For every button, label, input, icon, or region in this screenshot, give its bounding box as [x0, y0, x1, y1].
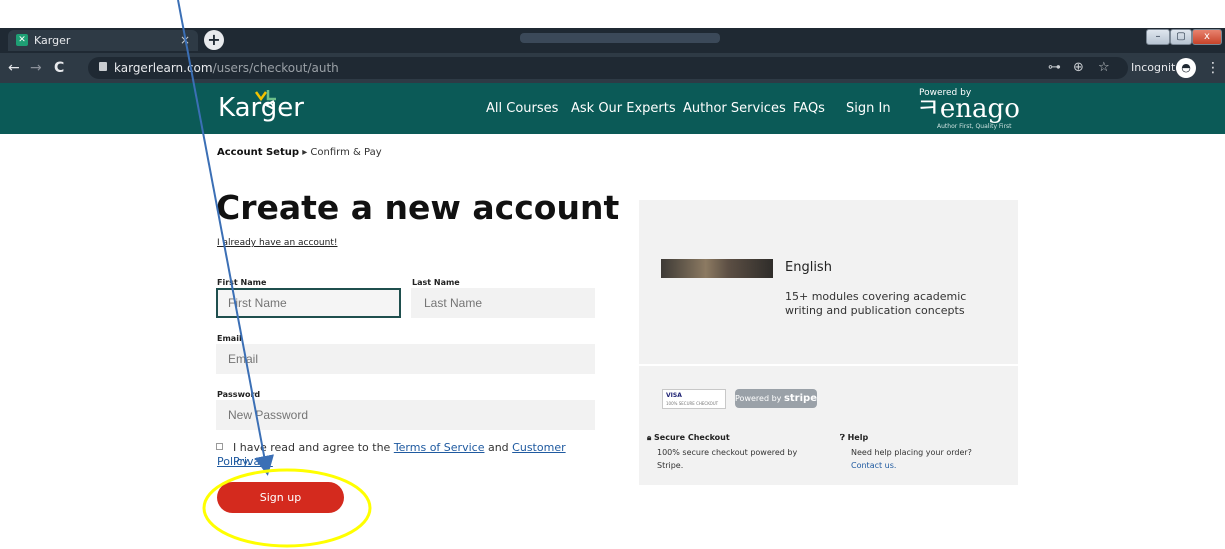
terms-of-service-link[interactable]: Terms of Service — [394, 441, 485, 454]
stripe-brand: stripe — [783, 393, 817, 404]
forward-arrow-icon[interactable]: → — [30, 59, 42, 77]
existing-account-link[interactable]: I already have an account! — [217, 237, 337, 249]
powered-by-stripe-badge: Powered by stripe — [735, 389, 817, 408]
nav-faqs[interactable]: FAQs — [793, 100, 825, 118]
karger-logo-mark-icon — [254, 90, 276, 110]
enago-tagline: Author First, Quality First — [937, 123, 1012, 130]
card-divider — [639, 364, 1018, 366]
email-field[interactable] — [216, 344, 595, 374]
first-name-label: First Name — [217, 278, 267, 287]
breadcrumb: Account Setup ▸ Confirm & Pay — [217, 146, 382, 160]
enago-wordmark: enago — [939, 94, 1020, 124]
incognito-label: Incognito — [1131, 61, 1183, 74]
terms-and: and — [484, 441, 513, 454]
window-close-button[interactable]: x — [1192, 29, 1222, 45]
incognito-icon[interactable]: ◓ — [1176, 58, 1196, 78]
stripe-prefix: Powered by — [735, 394, 784, 403]
terms-text-line2: Policy. — [217, 455, 251, 469]
screenshot-root: ✕ Karger × + – ▢ x ← → C kargerlearn.com… — [0, 0, 1225, 549]
url-path: /users/checkout/auth — [212, 61, 339, 75]
secure-checkout-line2: Stripe. — [657, 461, 684, 470]
visa-label: VISA — [666, 392, 682, 399]
last-name-field[interactable] — [411, 288, 595, 318]
window-maximize-button[interactable]: ▢ — [1170, 29, 1192, 45]
tab-close-icon[interactable]: × — [180, 30, 190, 51]
password-label: Password — [217, 390, 261, 399]
enago-logo[interactable]: ㅋenago — [916, 96, 1020, 122]
nav-all-courses[interactable]: All Courses — [486, 100, 558, 118]
tab-title: Karger — [34, 34, 71, 47]
course-description: 15+ modules covering academic writing an… — [785, 290, 967, 317]
help-label: Help — [847, 433, 869, 442]
secure-checkout-title: 🔒︎ Secure Checkout — [647, 433, 730, 443]
terms-checkbox[interactable] — [216, 443, 223, 450]
contact-us-link[interactable]: Contact us. — [851, 461, 896, 470]
browser-tab[interactable]: ✕ Karger × — [8, 30, 198, 51]
secure-checkout-label: Secure Checkout — [654, 433, 730, 442]
new-tab-button[interactable]: + — [204, 30, 224, 50]
email-label: Email — [217, 334, 242, 343]
breadcrumb-next: Confirm & Pay — [310, 147, 382, 158]
breadcrumb-current: Account Setup — [217, 147, 300, 158]
first-name-field[interactable] — [216, 288, 401, 318]
last-name-label: Last Name — [412, 278, 460, 287]
url-host: kargerlearn.com — [114, 61, 213, 75]
sign-up-button[interactable]: Sign up — [217, 482, 344, 513]
bookmark-star-icon[interactable]: ☆ — [1098, 59, 1110, 77]
secure-checkout-text: 100% secure checkout powered by Stripe. — [657, 446, 797, 472]
course-language: English — [785, 260, 832, 275]
reload-icon[interactable]: C — [54, 59, 64, 77]
help-title: ❓︎ Help — [840, 433, 868, 443]
zoom-icon[interactable]: ⊕ — [1073, 59, 1084, 77]
window-title-blurred — [520, 33, 720, 43]
enago-mark-icon: ㅋ — [916, 94, 940, 124]
privacy-policy-link-cont[interactable]: Policy. — [217, 455, 251, 468]
terms-text: I have read and agree to the Terms of Se… — [233, 441, 603, 469]
karger-favicon-icon: ✕ — [16, 34, 28, 46]
secure-checkout-line1: 100% secure checkout powered by — [657, 448, 798, 457]
question-icon: ❓︎ — [840, 433, 848, 442]
key-icon[interactable]: ⊶ — [1048, 59, 1061, 77]
nav-sign-in[interactable]: Sign In — [846, 100, 891, 118]
help-line1: Need help placing your order? — [851, 448, 972, 457]
password-field[interactable] — [216, 400, 595, 430]
back-arrow-icon[interactable]: ← — [8, 59, 20, 77]
lock-icon — [99, 62, 107, 71]
window-minimize-button[interactable]: – — [1146, 29, 1170, 45]
url-text[interactable]: kargerlearn.com/users/checkout/auth — [114, 59, 339, 77]
help-text: Need help placing your order? Contact us… — [851, 446, 972, 472]
browser-menu-icon[interactable]: ⋮ — [1206, 58, 1220, 78]
lock-icon: 🔒︎ — [647, 433, 655, 442]
page-title: Create a new account — [216, 188, 620, 227]
nav-author-services[interactable]: Author Services — [683, 100, 786, 118]
nav-ask-our-experts[interactable]: Ask Our Experts — [571, 100, 676, 118]
card-logos: VISA 100% SECURE CHECKOUT — [662, 389, 726, 409]
course-thumbnail — [661, 259, 773, 278]
secure-checkout-sublabel: 100% SECURE CHECKOUT — [666, 401, 719, 406]
terms-prefix: I have read and agree to the — [233, 441, 394, 454]
breadcrumb-separator-icon: ▸ — [302, 147, 308, 158]
